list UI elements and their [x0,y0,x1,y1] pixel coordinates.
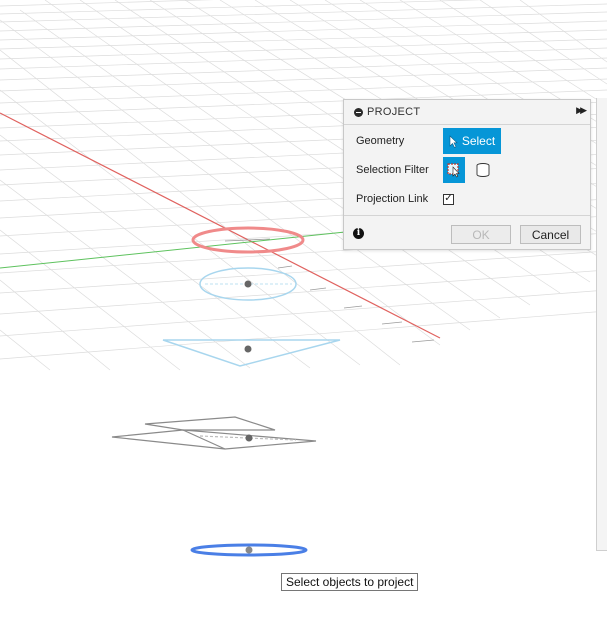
sketch-filter-icon [447,163,460,178]
projection-link-label: Projection Link [356,193,429,205]
select-button-label: Select [461,134,496,148]
ok-button[interactable]: OK [451,225,511,244]
geometry-select-button[interactable]: Select [443,128,501,154]
geometry-label: Geometry [356,135,405,147]
project-dialog: PROJECT ▶▶ Geometry Select Selection Fil… [343,99,591,250]
dialog-title: PROJECT [367,106,421,118]
cursor-arrow-icon [449,134,458,148]
sketch-filter-button[interactable] [443,157,465,183]
info-icon[interactable]: i [353,228,364,239]
bottom-circle-center-point [245,546,253,554]
double-chevron-right-icon[interactable]: ▶▶ [576,105,587,116]
body-cylinder-icon [476,163,490,177]
selection-filter-row: Selection Filter [356,157,491,183]
dialog-header: PROJECT ▶▶ [344,100,590,125]
browser-panel-edge [596,98,607,551]
cancel-button[interactable]: Cancel [520,225,581,244]
geometry-row: Geometry Select [356,128,501,154]
minus-circle-icon[interactable] [354,107,363,117]
3d-viewport[interactable] [0,0,607,643]
projection-link-checkbox[interactable]: ✓ [443,193,454,205]
rectangle-center-point [245,434,253,442]
body-filter-button[interactable] [475,162,491,178]
selection-filter-label: Selection Filter [356,164,429,176]
rectangle-sketch[interactable] [111,416,317,450]
projection-link-row: Projection Link ✓ [356,193,454,205]
dialog-footer: i OK Cancel [344,215,590,251]
select-tooltip: Select objects to project [281,573,419,591]
ellipse-center-point [244,280,252,288]
triangle-center-point [244,345,252,353]
